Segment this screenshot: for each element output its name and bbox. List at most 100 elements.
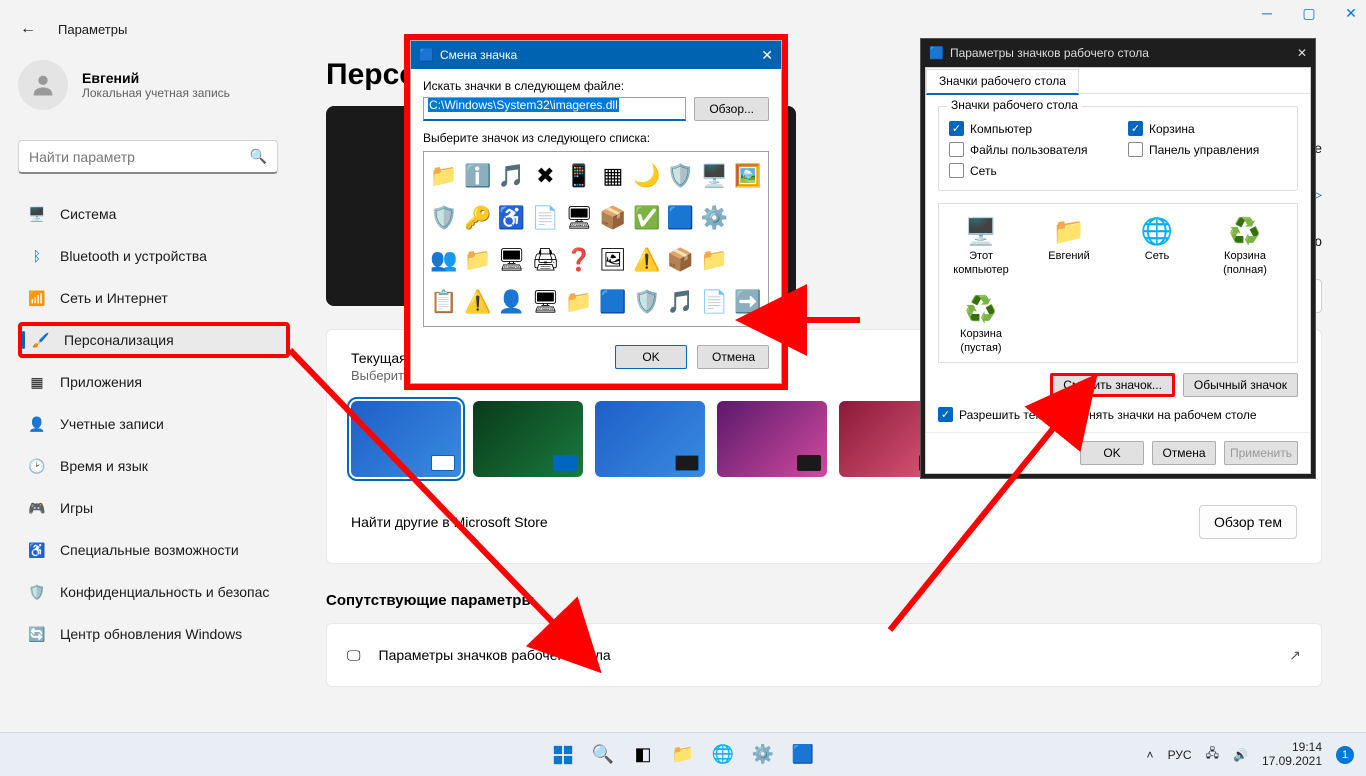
cancel-button[interactable]: Отмена (697, 345, 769, 369)
icon-option[interactable] (732, 240, 764, 280)
icon-option[interactable]: 🖥️ (698, 156, 730, 196)
icon-option[interactable]: 🟦 (597, 282, 629, 322)
icon-option[interactable]: 🖼 (597, 240, 629, 280)
icon-option[interactable] (732, 198, 764, 238)
default-icon-button[interactable]: Обычный значок (1183, 373, 1298, 397)
apply-button[interactable]: Применить (1224, 441, 1298, 465)
volume-icon[interactable]: 🔊 (1233, 748, 1248, 762)
search-input[interactable]: Найти параметр 🔍 (18, 140, 278, 174)
theme-tile[interactable] (351, 401, 461, 477)
icon-option[interactable]: ⚠️ (631, 240, 663, 280)
start-button[interactable] (548, 740, 578, 770)
icon-grid[interactable]: 📁ℹ️🎵✖📱▦🌙🛡️🖥️🖼️🛡️🔑♿📄🖥📦✅🟦⚙️👥📁🖥🖨❓🖼⚠️📦📁📋⚠️👤🖥… (423, 151, 769, 327)
icon-option[interactable]: ⚙️ (698, 198, 730, 238)
close-icon[interactable]: ✕ (761, 47, 773, 64)
icon-option[interactable]: 🟦 (665, 198, 697, 238)
sidebar-item-update[interactable]: 🔄Центр обновления Windows (18, 616, 290, 652)
icon-option[interactable]: 🛡️ (665, 156, 697, 196)
icon-option[interactable]: 🖨 (529, 240, 561, 280)
chevron-up-icon[interactable]: ˄ (1147, 748, 1154, 762)
ok-button[interactable]: OK (615, 345, 687, 369)
icon-option[interactable]: 📁 (428, 156, 460, 196)
cancel-button[interactable]: Отмена (1152, 441, 1216, 465)
sidebar-item-network[interactable]: 📶Сеть и Интернет (18, 280, 290, 316)
user-block[interactable]: Евгений Локальная учетная запись (18, 60, 230, 110)
language-indicator[interactable]: РУС (1168, 748, 1192, 762)
desktop-icon-item[interactable]: 🌐Сеть (1125, 214, 1189, 276)
icon-option[interactable]: ✅ (631, 198, 663, 238)
desktop-icon-item[interactable]: ♻️Корзина(полная) (1213, 214, 1277, 276)
icon-option[interactable]: 📁 (698, 240, 730, 280)
icon-option[interactable]: 🛡️ (428, 198, 460, 238)
icon-option[interactable]: 📱 (563, 156, 595, 196)
theme-tile[interactable] (473, 401, 583, 477)
check-network[interactable]: Сеть (949, 163, 1108, 178)
icon-option[interactable]: ▦ (597, 156, 629, 196)
checkbox-icon[interactable]: ✓ (938, 407, 953, 422)
sidebar-item-personalization[interactable]: 🖌️Персонализация (18, 322, 290, 358)
icon-option[interactable]: 🖼️ (732, 156, 764, 196)
desktop-icon-settings-link[interactable]: 🖵 Параметры значков рабочего стола ↗ (326, 623, 1322, 687)
check-computer[interactable]: ✓Компьютер (949, 121, 1108, 136)
desktop-icon-item[interactable]: 🖥️Этоткомпьютер (949, 214, 1013, 276)
icon-preview-area[interactable]: 🖥️Этоткомпьютер 📁Евгений 🌐Сеть ♻️Корзина(по… (938, 203, 1298, 363)
icon-option[interactable]: 🎵 (665, 282, 697, 322)
icon-option[interactable]: ♿ (496, 198, 528, 238)
sidebar-item-games[interactable]: 🎮Игры (18, 490, 290, 526)
minimize-icon[interactable]: ─ (1260, 6, 1274, 20)
icon-option[interactable]: ℹ️ (462, 156, 494, 196)
check-cpanel[interactable]: Панель управления (1128, 142, 1287, 157)
browse-themes-button[interactable]: Обзор тем (1199, 505, 1297, 539)
icon-option[interactable]: 📦 (665, 240, 697, 280)
edge-icon[interactable]: 🌐 (708, 740, 738, 770)
icon-path-input[interactable]: C:\Windows\System32\imageres.dll (423, 97, 686, 121)
sidebar-item-accessibility[interactable]: ♿Специальные возможности (18, 532, 290, 568)
icon-option[interactable]: 🖥 (529, 282, 561, 322)
close-icon[interactable]: ✕ (1344, 6, 1358, 20)
close-icon[interactable]: ✕ (1297, 46, 1307, 60)
icon-option[interactable]: 🖥 (563, 198, 595, 238)
explorer-icon[interactable]: 📁 (668, 740, 698, 770)
icon-option[interactable]: 🔑 (462, 198, 494, 238)
icon-option[interactable]: 🌙 (631, 156, 663, 196)
theme-tile[interactable] (717, 401, 827, 477)
settings-icon[interactable]: ⚙️ (748, 740, 778, 770)
icon-option[interactable]: 👤 (496, 282, 528, 322)
ok-button[interactable]: OK (1080, 441, 1144, 465)
sidebar-item-privacy[interactable]: 🛡️Конфиденциальность и безопас (18, 574, 290, 610)
icon-option[interactable]: ⚠️ (462, 282, 494, 322)
notification-badge[interactable]: 1 (1336, 746, 1354, 764)
sidebar-item-accounts[interactable]: 👤Учетные записи (18, 406, 290, 442)
icon-option[interactable]: 📦 (597, 198, 629, 238)
check-userfiles[interactable]: Файлы пользователя (949, 142, 1108, 157)
taskview-icon[interactable]: ◧ (628, 740, 658, 770)
theme-tile[interactable] (595, 401, 705, 477)
app-icon[interactable]: 🟦 (788, 740, 818, 770)
icon-option[interactable]: 📄 (529, 198, 561, 238)
search-icon[interactable]: 🔍 (588, 740, 618, 770)
icon-option[interactable]: 🖥 (496, 240, 528, 280)
check-recycle[interactable]: ✓Корзина (1128, 121, 1287, 136)
change-icon-button[interactable]: Сменить значок... (1050, 373, 1175, 397)
icon-option[interactable]: ➡️ (732, 282, 764, 322)
icon-option[interactable]: 🎵 (496, 156, 528, 196)
back-button[interactable]: ← (20, 20, 36, 38)
icon-option[interactable]: 📁 (462, 240, 494, 280)
sidebar-item-bluetooth[interactable]: ᛒBluetooth и устройства (18, 238, 290, 274)
tab-desktop-icons[interactable]: Значки рабочего стола (926, 69, 1079, 95)
desktop-icon-item[interactable]: 📁Евгений (1037, 214, 1101, 276)
icon-option[interactable]: 📋 (428, 282, 460, 322)
icon-option[interactable]: ✖ (529, 156, 561, 196)
sidebar-item-system[interactable]: 🖥️Система (18, 196, 290, 232)
sidebar-item-time[interactable]: 🕑Время и язык (18, 448, 290, 484)
browse-button[interactable]: Обзор... (694, 97, 769, 121)
sidebar-item-apps[interactable]: ▦Приложения (18, 364, 290, 400)
icon-option[interactable]: 🛡️ (631, 282, 663, 322)
icon-option[interactable]: 📄 (698, 282, 730, 322)
network-icon[interactable]: 🖧 (1206, 744, 1219, 765)
icon-option[interactable]: 📁 (563, 282, 595, 322)
clock[interactable]: 19:14 17.09.2021 (1262, 741, 1322, 769)
icon-option[interactable]: 👥 (428, 240, 460, 280)
icon-option[interactable]: ❓ (563, 240, 595, 280)
maximize-icon[interactable]: ▢ (1302, 6, 1316, 20)
